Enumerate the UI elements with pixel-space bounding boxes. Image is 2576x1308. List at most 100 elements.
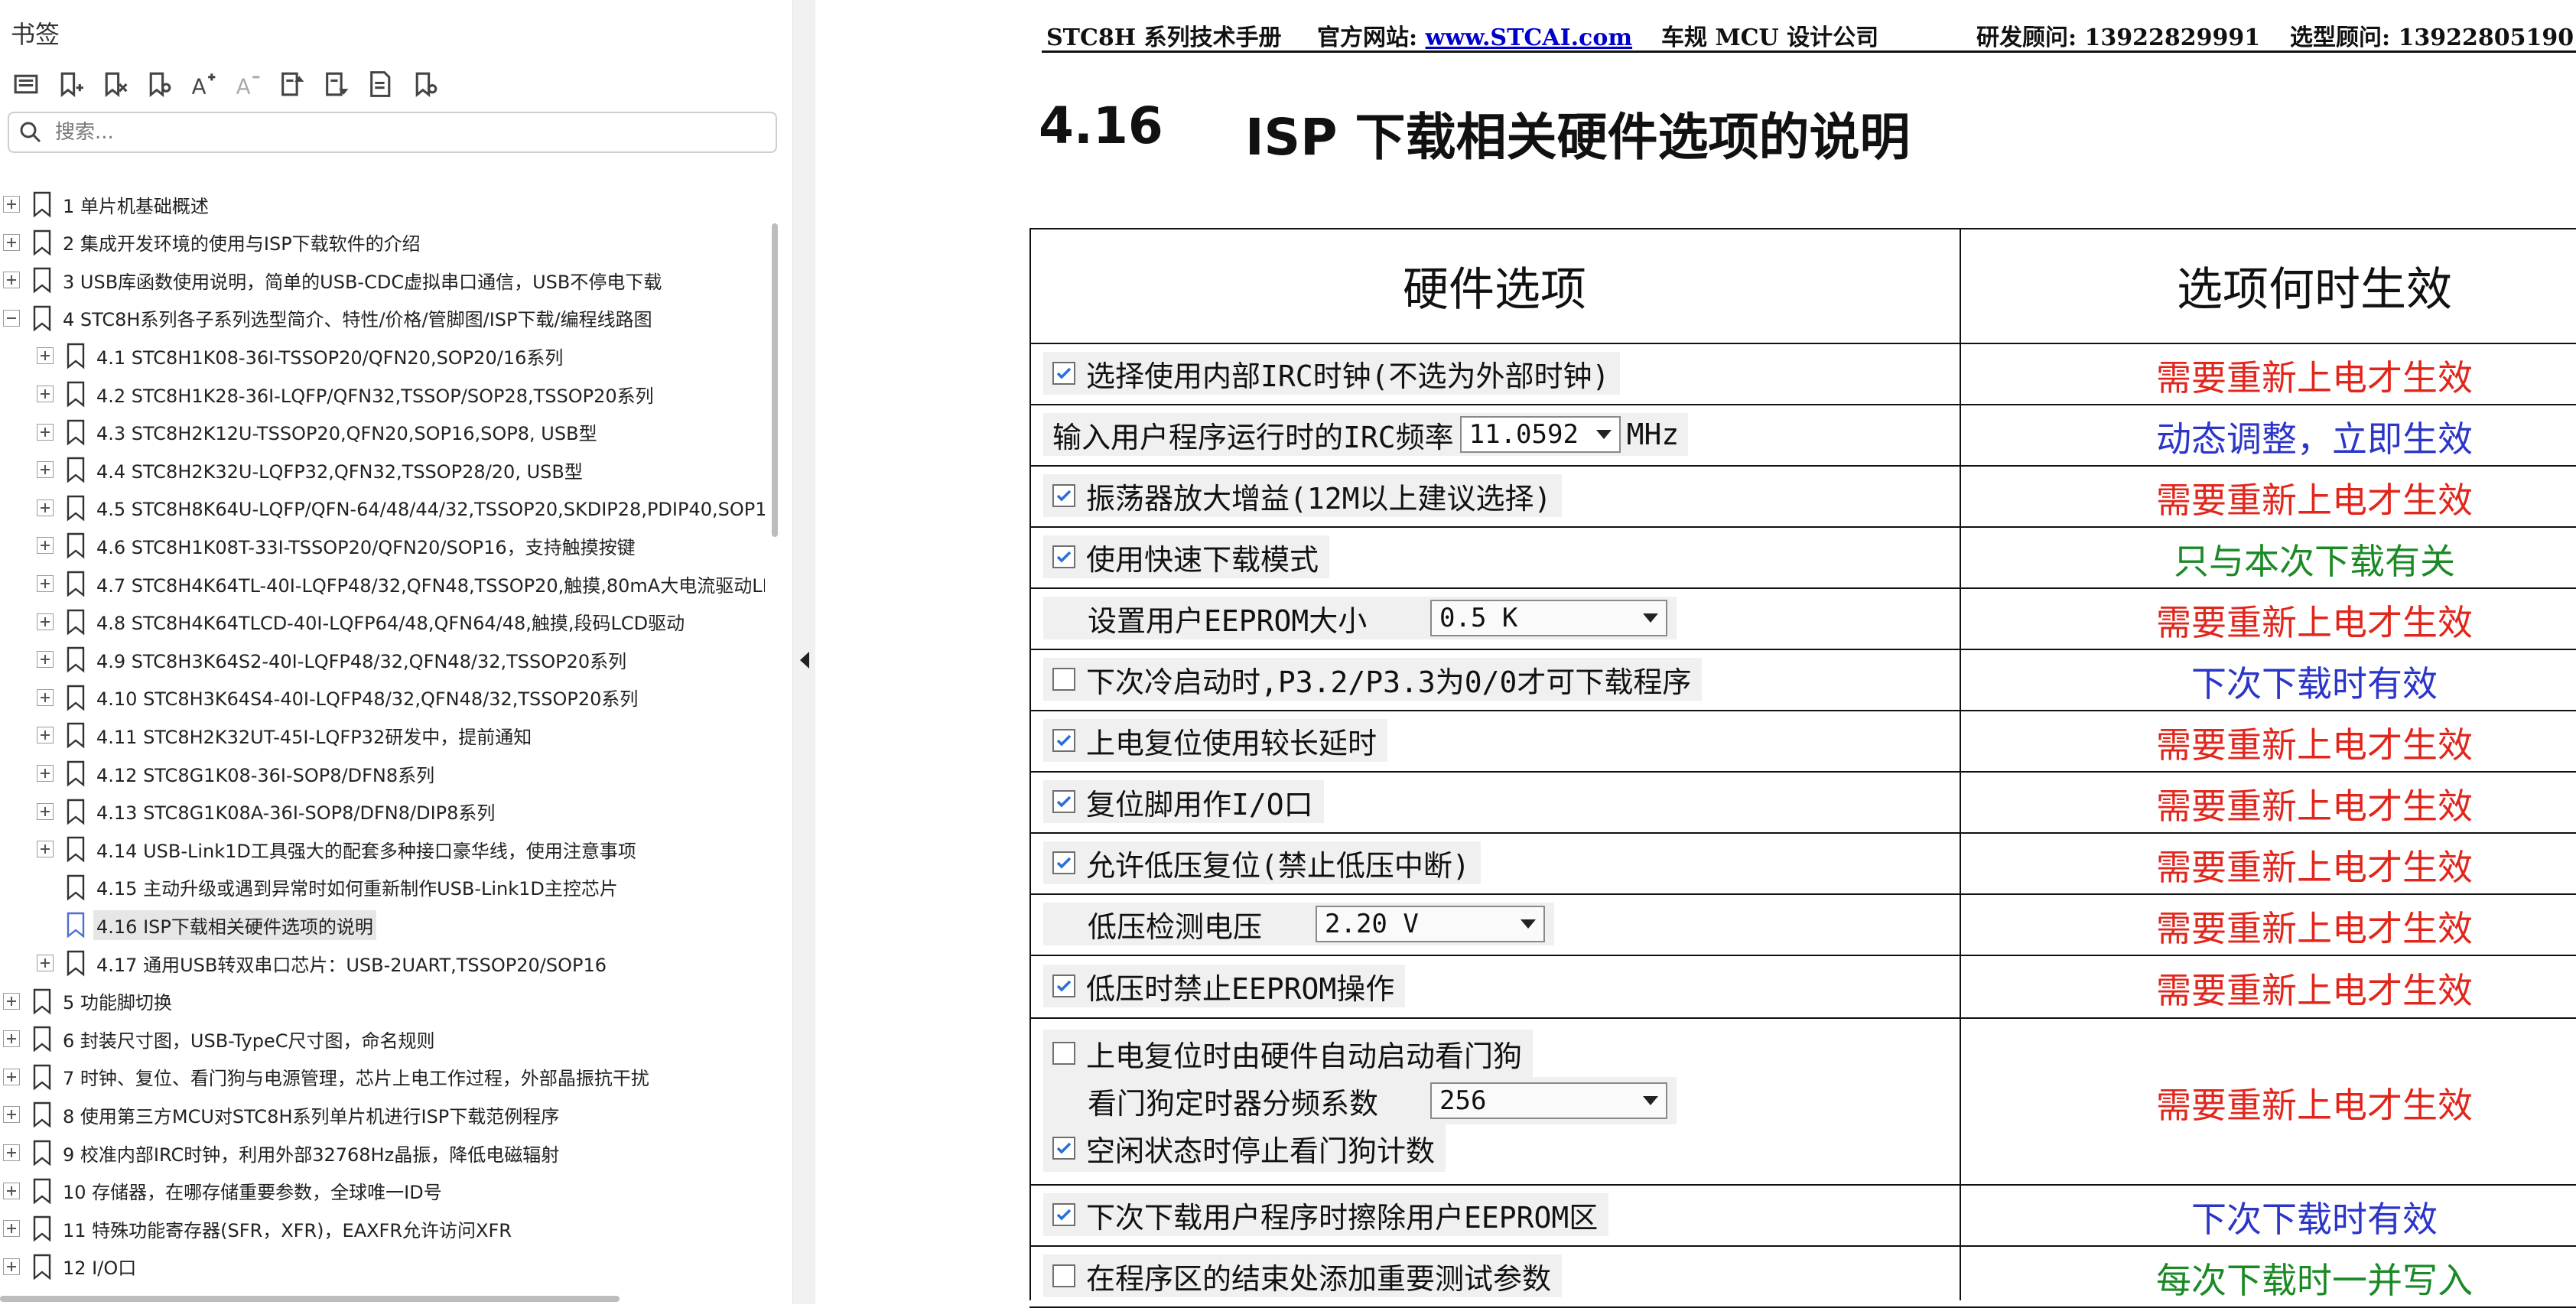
expand-icon[interactable]: [3, 196, 20, 213]
option-checkbox[interactable]: [1052, 851, 1075, 874]
bookmark-item[interactable]: 4.10 STC8H3K64S4-40I-LQFP48/32,QFN48/32,…: [0, 678, 765, 717]
option-checkbox[interactable]: [1052, 790, 1075, 813]
expand-icon[interactable]: [37, 651, 54, 669]
bookmark-item[interactable]: 10 存储器，在哪存储重要参数，全球唯一ID号: [0, 1172, 765, 1210]
delete-bookmark-button[interactable]: [95, 64, 135, 104]
header-company: 车规 MCU 设计公司: [1661, 24, 1879, 51]
bookmark-item[interactable]: 1 单片机基础概述: [0, 185, 765, 223]
bookmark-item[interactable]: 6 封装尺寸图，USB-TypeC尺寸图，命名规则: [0, 1020, 765, 1058]
bookmark-item[interactable]: 4.11 STC8H2K32UT-45I-LQFP32研发中，提前通知: [0, 716, 765, 754]
expand-icon[interactable]: [37, 423, 54, 441]
expand-icon[interactable]: [3, 1068, 20, 1085]
expand-icon[interactable]: [3, 992, 20, 1010]
option-checkbox[interactable]: [1052, 729, 1075, 752]
bookmark-item[interactable]: 4.8 STC8H4K64TLCD-40I-LQFP64/48,QFN64/48…: [0, 603, 765, 641]
bookmark-item[interactable]: 4.9 STC8H3K64S2-40I-LQFP48/32,QFN48/32,T…: [0, 640, 765, 678]
expand-icon[interactable]: [3, 1220, 20, 1238]
bookmark-tree-horizontal-scrollbar[interactable]: [0, 1296, 620, 1302]
bookmark-item[interactable]: 4.6 STC8H1K08T-33I-TSSOP20/QFN20/SOP16，支…: [0, 526, 765, 565]
option-checkbox[interactable]: [1052, 484, 1075, 507]
bookmark-item[interactable]: 3 USB库函数使用说明，简单的USB-CDC虚拟串口通信，USB不停电下载: [0, 261, 765, 299]
option-checkbox[interactable]: [1052, 974, 1075, 997]
collapse-panel-button[interactable]: [794, 641, 815, 679]
add-bookmark-button[interactable]: [50, 64, 90, 104]
expand-icon[interactable]: [37, 802, 54, 820]
bookmark-item[interactable]: 9 校准内部IRC时钟，利用外部32768Hz晶振，降低电磁辐射: [0, 1134, 765, 1172]
expand-icon[interactable]: [37, 727, 54, 744]
bookmark-tree-vertical-scrollbar[interactable]: [772, 223, 778, 537]
bookmark-item[interactable]: 5 功能脚切换: [0, 982, 765, 1020]
bookmark-item[interactable]: 12 I/O口: [0, 1248, 765, 1286]
option-dropdown[interactable]: 256: [1430, 1082, 1667, 1119]
bookmark-label: 4.14 USB-Link1D工具强大的配套多种接口豪华线，使用注意事项: [96, 840, 636, 862]
bookmark-item[interactable]: 4.14 USB-Link1D工具强大的配套多种接口豪华线，使用注意事项: [0, 830, 765, 868]
expand-icon[interactable]: [3, 1182, 20, 1199]
expand-icon[interactable]: [37, 575, 54, 592]
expand-icon[interactable]: [37, 347, 54, 365]
option-dropdown[interactable]: 0.5 K: [1430, 600, 1667, 636]
bookmark-item[interactable]: 2 集成开发环境的使用与ISP下载软件的介绍: [0, 223, 765, 262]
bookmark-item[interactable]: 4.2 STC8H1K28-36I-LQFP/QFN32,TSSOP/SOP28…: [0, 375, 765, 413]
expand-icon[interactable]: [3, 1106, 20, 1124]
bookmark-item[interactable]: 4.1 STC8H1K08-36I-TSSOP20/QFN20,SOP20/16…: [0, 337, 765, 375]
bookmark-item[interactable]: 4.5 STC8H8K64U-LQFP/QFN-64/48/44/32,TSSO…: [0, 489, 765, 527]
dropdown-arrow-icon: [1643, 613, 1658, 623]
expand-icon[interactable]: [37, 499, 54, 516]
bookmark-search-input[interactable]: [54, 120, 745, 145]
find-bookmark-button[interactable]: [139, 64, 179, 104]
effective-time-value: 需要重新上电才生效: [2156, 480, 2473, 521]
option-label: 看门狗定时器分频系数: [1088, 1086, 1379, 1121]
bookmark-settings-button[interactable]: [405, 64, 445, 104]
bookmark-item[interactable]: 4.4 STC8H2K32U-LQFP32,QFN32,TSSOP28/20, …: [0, 451, 765, 489]
bookmark-item[interactable]: 4.3 STC8H2K12U-TSSOP20,QFN20,SOP16,SOP8,…: [0, 413, 765, 451]
bookmark-item[interactable]: 11 特殊功能寄存器(SFR，XFR)，EAXFR允许访问XFR: [0, 1209, 765, 1248]
bookmark-item[interactable]: 4.16 ISP下载相关硬件选项的说明: [0, 906, 765, 944]
option-checkbox[interactable]: [1052, 545, 1075, 568]
expand-icon[interactable]: [37, 386, 54, 402]
expand-icon[interactable]: [3, 233, 20, 251]
option-checkbox[interactable]: [1052, 668, 1075, 691]
bookmark-page-button[interactable]: [361, 64, 401, 104]
collapse-icon[interactable]: [3, 309, 20, 327]
bookmark-search-box[interactable]: [8, 112, 777, 153]
expand-icon[interactable]: [37, 537, 54, 555]
expand-icon[interactable]: [3, 1258, 20, 1275]
expand-icon[interactable]: [37, 613, 54, 630]
option-label: 输入用户程序运行时的IRC频率: [1052, 420, 1454, 454]
option-checkbox[interactable]: [1052, 1042, 1075, 1065]
bookmark-item[interactable]: 4.12 STC8G1K08-36I-SOP8/DFN8系列: [0, 754, 765, 792]
header-website-link[interactable]: www.STCAI.com: [1426, 24, 1633, 51]
bookmark-item[interactable]: 7 时钟、复位、看门狗与电源管理，芯片上电工作过程，外部晶振抗干扰: [0, 1058, 765, 1096]
expand-icon[interactable]: [37, 955, 54, 971]
expand-list-button[interactable]: [6, 64, 46, 104]
bookmark-item[interactable]: 8 使用第三方MCU对STC8H系列单片机进行ISP下载范例程序: [0, 1095, 765, 1134]
bookmark-item[interactable]: 4 STC8H系列各子系列选型简介、特性/价格/管脚图/ISP下载/编程线路图: [0, 299, 765, 337]
option-dropdown[interactable]: 2.20 V: [1316, 906, 1545, 942]
option-checkbox[interactable]: [1052, 1203, 1075, 1226]
expand-icon[interactable]: [3, 272, 20, 289]
sort-up-button[interactable]: [272, 64, 312, 104]
expand-icon[interactable]: [37, 461, 54, 479]
bookmark-item[interactable]: 4.13 STC8G1K08A-36I-SOP8/DFN8/DIP8系列: [0, 792, 765, 831]
decrease-font-button[interactable]: A: [228, 64, 268, 104]
bookmark-item[interactable]: 4.7 STC8H4K64TL-40I-LQFP48/32,QFN48,TSSO…: [0, 565, 765, 603]
option-checkbox[interactable]: [1052, 1137, 1075, 1160]
increase-font-button[interactable]: A: [184, 64, 223, 104]
expand-icon[interactable]: [37, 765, 54, 782]
expand-icon[interactable]: [37, 841, 54, 858]
option-checkbox[interactable]: [1052, 362, 1075, 385]
option-label: 在程序区的结束处添加重要测试参数: [1086, 1261, 1552, 1296]
expand-icon[interactable]: [3, 1144, 20, 1161]
bookmark-label: 4.5 STC8H8K64U-LQFP/QFN-64/48/44/32,TSSO…: [96, 499, 765, 521]
table-row-divider: [1029, 1017, 2576, 1019]
bookmark-item[interactable]: 4.15 主动升级或遇到异常时如何重新制作USB-Link1D主控芯片: [0, 868, 765, 906]
expand-icon[interactable]: [3, 1030, 20, 1048]
sort-down-button[interactable]: [317, 64, 356, 104]
effective-time-value: 只与本次下载有关: [2174, 541, 2455, 582]
irc-frequency-combo[interactable]: 11.0592: [1459, 416, 1621, 453]
bookmark-item[interactable]: 4.17 通用USB转双串口芯片：USB-2UART,TSSOP20/SOP16: [0, 944, 765, 982]
bookmark-icon: [67, 457, 85, 483]
option-checkbox[interactable]: [1052, 1264, 1075, 1287]
effective-time-value: 需要重新上电才生效: [2156, 602, 2473, 643]
expand-icon[interactable]: [37, 688, 54, 706]
